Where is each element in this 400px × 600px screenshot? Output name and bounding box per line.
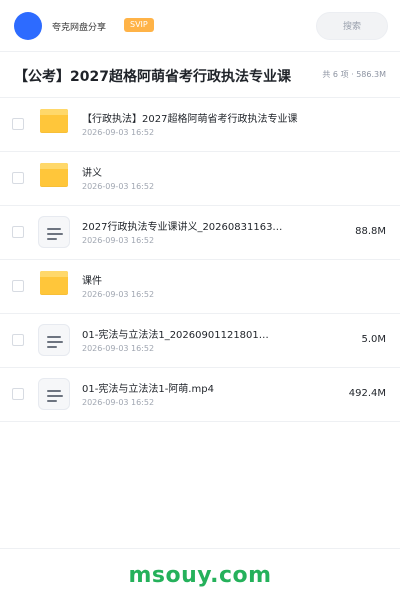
file-icon-line (47, 228, 61, 230)
item-date: 2026-09-03 16:52 (82, 128, 155, 137)
item-name: 讲义 (82, 168, 102, 179)
file-icon (38, 324, 70, 356)
item-name: 2027行政执法专业课讲义_20260831163… (82, 222, 283, 233)
file-icon-line (47, 400, 57, 402)
item-name: 【行政执法】2027超格阿萌省考行政执法专业课 (82, 114, 298, 125)
select-checkbox[interactable] (12, 280, 24, 292)
footer: msouy.com (0, 548, 400, 600)
item-date: 2026-09-03 16:52 (82, 236, 155, 245)
file-icon-line (47, 336, 61, 338)
file-icon-line (47, 233, 63, 235)
list-item[interactable]: 【行政执法】2027超格阿萌省考行政执法专业课 2026-09-03 16:52 (0, 98, 400, 152)
folder-icon (40, 163, 68, 187)
item-name: 01-宪法与立法法1_20260901121801… (82, 330, 269, 341)
watermark-label: msouy.com (128, 563, 272, 588)
item-size: 492.4M (348, 388, 386, 399)
top-bar: 夸克网盘分享 SVIP (0, 0, 400, 52)
item-name: 01-宪法与立法法1-阿萌.mp4 (82, 384, 214, 395)
file-icon (38, 378, 70, 410)
file-icon-line (47, 395, 63, 397)
file-list: 【行政执法】2027超格阿萌省考行政执法专业课 2026-09-03 16:52… (0, 98, 400, 422)
file-icon-line (47, 390, 61, 392)
item-date: 2026-09-03 16:52 (82, 290, 155, 299)
file-icon-line (47, 238, 57, 240)
file-icon (38, 216, 70, 248)
item-size: 88.8M (355, 226, 386, 237)
list-item[interactable]: 讲义 2026-09-03 16:52 (0, 152, 400, 206)
select-checkbox[interactable] (12, 118, 24, 130)
item-date: 2026-09-03 16:52 (82, 344, 155, 353)
item-name: 课件 (82, 276, 102, 287)
share-meta: 共 6 项 · 586.3M (322, 70, 386, 79)
avatar[interactable] (14, 12, 42, 40)
list-item[interactable]: 课件 2026-09-03 16:52 (0, 260, 400, 314)
page-title: 【公考】2027超格阿萌省考行政执法专业课 (14, 69, 291, 85)
select-checkbox[interactable] (12, 172, 24, 184)
list-item[interactable]: 01-宪法与立法法1_20260901121801… 2026-09-03 16… (0, 314, 400, 368)
item-date: 2026-09-03 16:52 (82, 182, 155, 191)
file-icon-line (47, 346, 57, 348)
item-size: 5.0M (361, 334, 386, 345)
select-checkbox[interactable] (12, 388, 24, 400)
title-row: 【公考】2027超格阿萌省考行政执法专业课 共 6 项 · 586.3M (0, 52, 400, 98)
list-item[interactable]: 01-宪法与立法法1-阿萌.mp4 2026-09-03 16:52 492.4… (0, 368, 400, 422)
select-checkbox[interactable] (12, 334, 24, 346)
share-page: 夸克网盘分享 SVIP 【公考】2027超格阿萌省考行政执法专业课 共 6 项 … (0, 0, 400, 600)
svip-badge: SVIP (124, 18, 154, 32)
list-item[interactable]: 2027行政执法专业课讲义_20260831163… 2026-09-03 16… (0, 206, 400, 260)
folder-icon (40, 109, 68, 133)
item-date: 2026-09-03 16:52 (82, 398, 155, 407)
select-checkbox[interactable] (12, 226, 24, 238)
file-icon-line (47, 341, 63, 343)
search-input[interactable] (316, 12, 388, 40)
brand-label: 夸克网盘分享 (52, 23, 107, 33)
folder-icon (40, 271, 68, 295)
